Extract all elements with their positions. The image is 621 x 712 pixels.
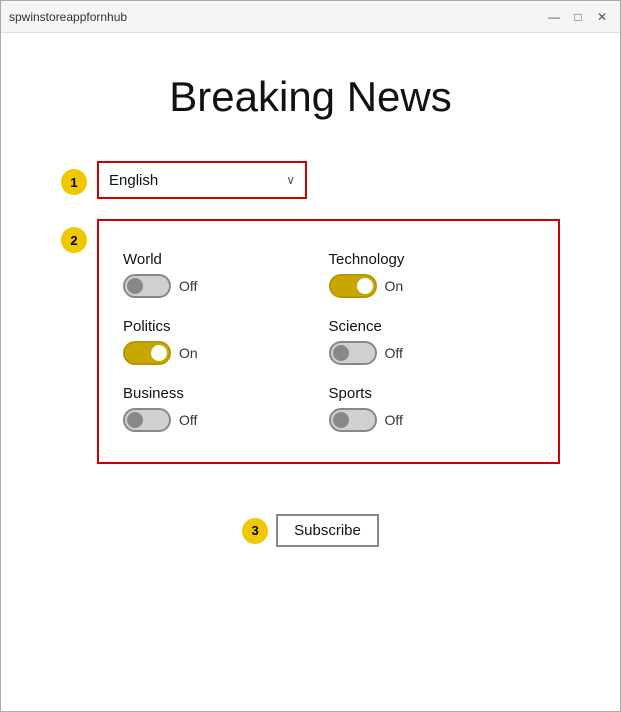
maximize-button[interactable]: □ [568, 7, 588, 27]
subscribe-button[interactable]: Subscribe [276, 514, 379, 547]
title-bar: spwinstoreappfornhub — □ ✕ [1, 1, 620, 33]
app-window: spwinstoreappfornhub — □ ✕ Breaking News… [0, 0, 621, 712]
window-controls: — □ ✕ [544, 7, 612, 27]
main-content: Breaking News 1 English ∨ 2 World [1, 33, 620, 711]
toggle-science[interactable] [329, 341, 377, 365]
topic-world-name: World [123, 251, 329, 268]
toggle-technology-label: On [385, 278, 404, 294]
topic-technology-name: Technology [329, 251, 535, 268]
topic-politics: Politics On [123, 308, 329, 375]
step2-badge: 2 [61, 227, 87, 253]
minimize-button[interactable]: — [544, 7, 564, 27]
topic-science-name: Science [329, 318, 535, 335]
topic-sports-name: Sports [329, 385, 535, 402]
subscribe-section: 3 Subscribe [61, 514, 560, 547]
topic-technology: Technology On [329, 241, 535, 308]
toggle-business[interactable] [123, 408, 171, 432]
topics-content: World Off Technology On [97, 219, 560, 464]
topic-business-toggle-row: Off [123, 408, 329, 432]
topic-technology-toggle-row: On [329, 274, 535, 298]
toggle-politics-label: On [179, 345, 198, 361]
topic-world: World Off [123, 241, 329, 308]
language-selected-value: English [109, 172, 158, 189]
window-title: spwinstoreappfornhub [9, 10, 127, 24]
topic-world-toggle-row: Off [123, 274, 329, 298]
language-content: English ∨ [97, 161, 560, 199]
toggle-business-label: Off [179, 412, 197, 428]
step1-badge: 1 [61, 169, 87, 195]
toggle-politics[interactable] [123, 341, 171, 365]
toggle-technology[interactable] [329, 274, 377, 298]
topic-business: Business Off [123, 375, 329, 442]
step3-badge: 3 [242, 518, 268, 544]
close-button[interactable]: ✕ [592, 7, 612, 27]
toggle-science-label: Off [385, 345, 403, 361]
toggle-sports-label: Off [385, 412, 403, 428]
topic-politics-toggle-row: On [123, 341, 329, 365]
toggle-world[interactable] [123, 274, 171, 298]
language-section: 1 English ∨ [61, 161, 560, 199]
topic-business-name: Business [123, 385, 329, 402]
language-dropdown[interactable]: English ∨ [97, 161, 307, 199]
topic-science-toggle-row: Off [329, 341, 535, 365]
toggle-sports[interactable] [329, 408, 377, 432]
topics-grid: World Off Technology On [123, 241, 534, 442]
topics-panel: World Off Technology On [97, 219, 560, 464]
toggle-world-label: Off [179, 278, 197, 294]
topic-sports-toggle-row: Off [329, 408, 535, 432]
topics-section: 2 World Off Tec [61, 219, 560, 464]
topic-sports: Sports Off [329, 375, 535, 442]
topic-science: Science Off [329, 308, 535, 375]
topic-politics-name: Politics [123, 318, 329, 335]
chevron-down-icon: ∨ [286, 173, 295, 187]
page-title: Breaking News [169, 73, 451, 121]
